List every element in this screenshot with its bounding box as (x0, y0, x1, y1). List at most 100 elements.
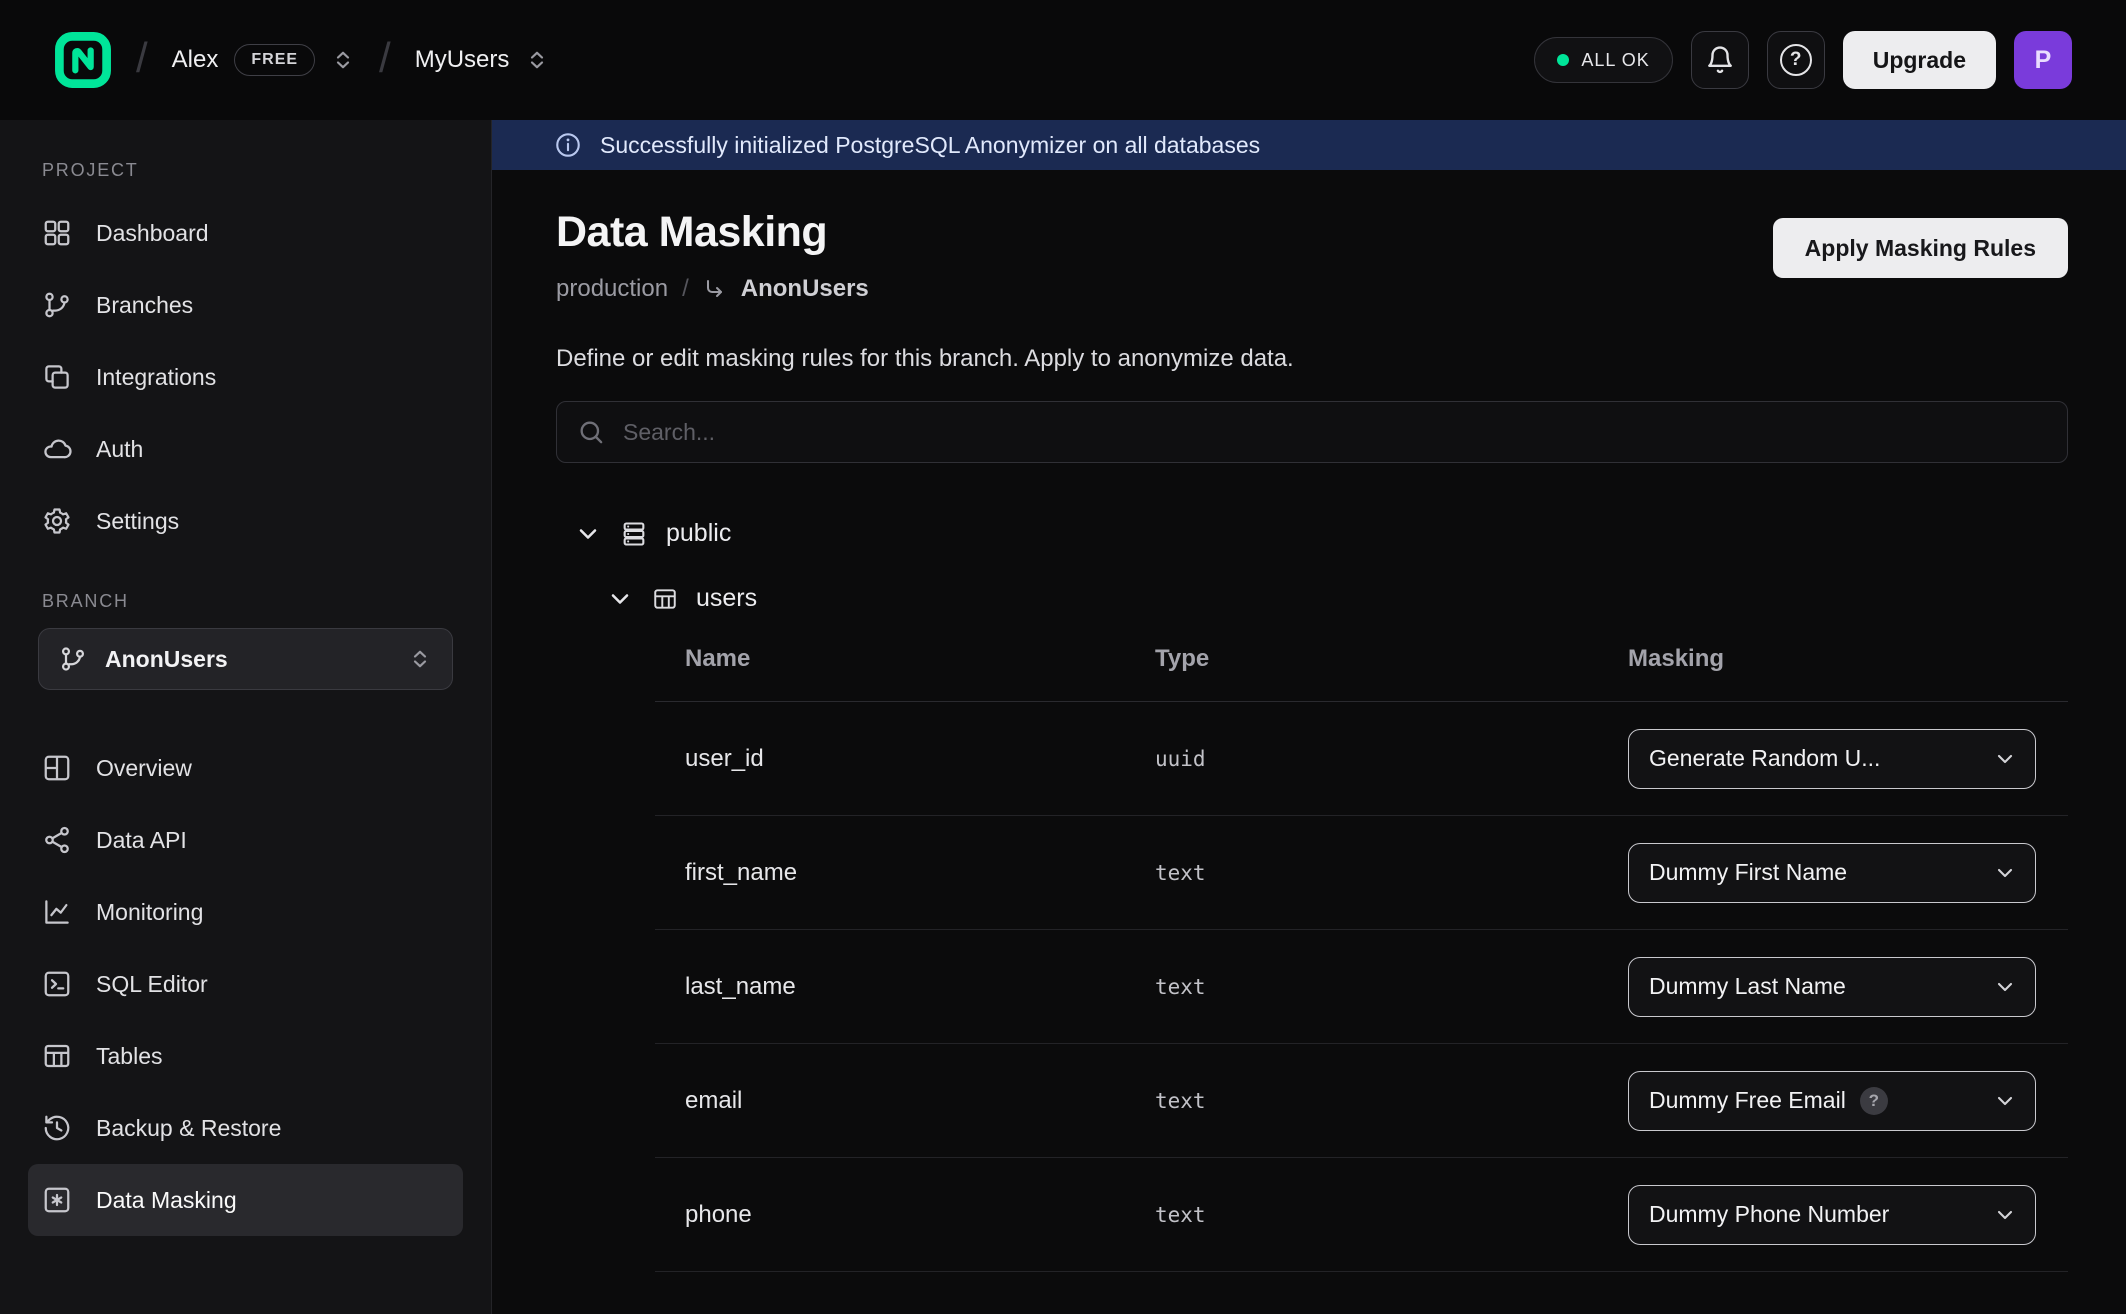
table-row: user_id uuid Generate Random U... (655, 702, 2068, 816)
plan-badge: FREE (234, 44, 315, 76)
sidebar-item-label: Tables (96, 1043, 162, 1070)
sidebar-item-label: Data API (96, 827, 187, 854)
column-type: text (1155, 1089, 1628, 1113)
masking-rule-value: Dummy Free Email (1649, 1087, 1846, 1114)
tree-node-table[interactable]: users (556, 584, 2068, 613)
neon-logo[interactable] (54, 31, 112, 89)
sidebar-section-branch: BRANCH (28, 591, 463, 612)
column-type: uuid (1155, 747, 1628, 771)
auth-cloud-icon (42, 434, 72, 464)
column-header-name: Name (685, 645, 1155, 673)
sidebar-item-backup-restore[interactable]: Backup & Restore (28, 1092, 463, 1164)
sidebar-item-integrations[interactable]: Integrations (28, 341, 463, 413)
chevron-down-icon (1993, 861, 2017, 885)
upgrade-button[interactable]: Upgrade (1843, 31, 1996, 89)
status-label: ALL OK (1581, 50, 1649, 71)
sidebar-item-data-api[interactable]: Data API (28, 804, 463, 876)
chevron-down-icon (606, 585, 634, 613)
column-name: phone (685, 1201, 1155, 1229)
sidebar-item-label: Settings (96, 508, 179, 535)
status-badge[interactable]: ALL OK (1534, 37, 1672, 83)
chevron-down-icon (1993, 1203, 2017, 1227)
chevron-down-icon (1993, 747, 2017, 771)
column-name: email (685, 1087, 1155, 1115)
success-banner: Successfully initialized PostgreSQL Anon… (492, 120, 2126, 170)
chevron-updown-icon (331, 48, 355, 72)
breadcrumb-parent[interactable]: production (556, 275, 668, 303)
sidebar-item-label: Auth (96, 436, 143, 463)
sidebar-item-tables[interactable]: Tables (28, 1020, 463, 1092)
sidebar-section-project: PROJECT (28, 160, 463, 181)
help-icon: ? (1780, 44, 1812, 76)
sidebar-item-sql-editor[interactable]: SQL Editor (28, 948, 463, 1020)
sidebar-item-monitoring[interactable]: Monitoring (28, 876, 463, 948)
page-description: Define or edit masking rules for this br… (556, 345, 2068, 373)
breadcrumb-branch[interactable]: AnonUsers (741, 275, 869, 303)
chevron-updown-icon (525, 48, 549, 72)
search-icon (577, 418, 605, 446)
table-icon (652, 586, 678, 612)
masking-rule-value: Dummy First Name (1649, 859, 1847, 886)
column-type: text (1155, 1203, 1628, 1227)
breadcrumb-slash: / (682, 275, 689, 303)
tree-node-schema[interactable]: public (556, 519, 2068, 548)
bell-icon (1705, 45, 1735, 75)
schema-icon (620, 520, 648, 548)
gear-icon (42, 506, 72, 536)
column-type: text (1155, 861, 1628, 885)
branch-selector-value: AnonUsers (105, 646, 228, 673)
org-switcher[interactable]: Alex FREE (172, 44, 355, 76)
column-type: text (1155, 975, 1628, 999)
user-avatar[interactable]: P (2014, 31, 2072, 89)
sidebar-item-label: Integrations (96, 364, 216, 391)
search-input[interactable] (621, 418, 2047, 447)
overview-icon (42, 753, 72, 783)
chevron-updown-icon (408, 647, 432, 671)
masking-rule-value: Dummy Phone Number (1649, 1201, 1889, 1228)
schema-name: public (666, 519, 731, 548)
tables-icon (42, 1041, 72, 1071)
table-row: phone text Dummy Phone Number (655, 1158, 2068, 1272)
masking-rule-select[interactable]: Dummy Phone Number (1628, 1185, 2036, 1245)
masking-rules-table: Name Type Masking user_id uuid Generate … (655, 645, 2068, 1272)
separator-slash: / (136, 34, 148, 82)
hint-question-icon[interactable]: ? (1860, 1087, 1888, 1115)
sidebar-item-data-masking[interactable]: Data Masking (28, 1164, 463, 1236)
sidebar-item-label: Monitoring (96, 899, 203, 926)
column-header-type: Type (1155, 645, 1628, 673)
masking-rule-value: Dummy Last Name (1649, 973, 1846, 1000)
main-content: Successfully initialized PostgreSQL Anon… (492, 120, 2126, 1314)
masking-rule-select[interactable]: Dummy First Name (1628, 843, 2036, 903)
backup-restore-icon (42, 1113, 72, 1143)
monitoring-chart-icon (42, 897, 72, 927)
sidebar-item-overview[interactable]: Overview (28, 732, 463, 804)
project-switcher[interactable]: MyUsers (415, 46, 550, 74)
dashboard-icon (42, 218, 72, 248)
info-icon (554, 131, 582, 159)
sidebar-item-label: Data Masking (96, 1187, 237, 1214)
branch-selector[interactable]: AnonUsers (38, 628, 453, 690)
branch-icon (59, 645, 87, 673)
sidebar-item-dashboard[interactable]: Dashboard (28, 197, 463, 269)
help-button[interactable]: ? (1767, 31, 1825, 89)
sidebar-item-label: Overview (96, 755, 192, 782)
masking-rule-value: Generate Random U... (1649, 745, 1880, 772)
column-name: user_id (685, 745, 1155, 773)
apply-masking-rules-button[interactable]: Apply Masking Rules (1773, 218, 2068, 278)
table-name: users (696, 584, 757, 613)
banner-message: Successfully initialized PostgreSQL Anon… (600, 132, 1260, 159)
separator-slash: / (379, 34, 391, 82)
masking-rule-select[interactable]: Generate Random U... (1628, 729, 2036, 789)
column-name: first_name (685, 859, 1155, 887)
masking-rule-select[interactable]: Dummy Last Name (1628, 957, 2036, 1017)
status-ok-dot-icon (1557, 54, 1569, 66)
notifications-button[interactable] (1691, 31, 1749, 89)
masking-rule-select[interactable]: Dummy Free Email ? (1628, 1071, 2036, 1131)
sidebar-item-label: Dashboard (96, 220, 209, 247)
sidebar-item-branches[interactable]: Branches (28, 269, 463, 341)
sql-editor-icon (42, 969, 72, 999)
sidebar-item-auth[interactable]: Auth (28, 413, 463, 485)
data-api-icon (42, 825, 72, 855)
sidebar-item-label: Branches (96, 292, 193, 319)
sidebar-item-settings[interactable]: Settings (28, 485, 463, 557)
